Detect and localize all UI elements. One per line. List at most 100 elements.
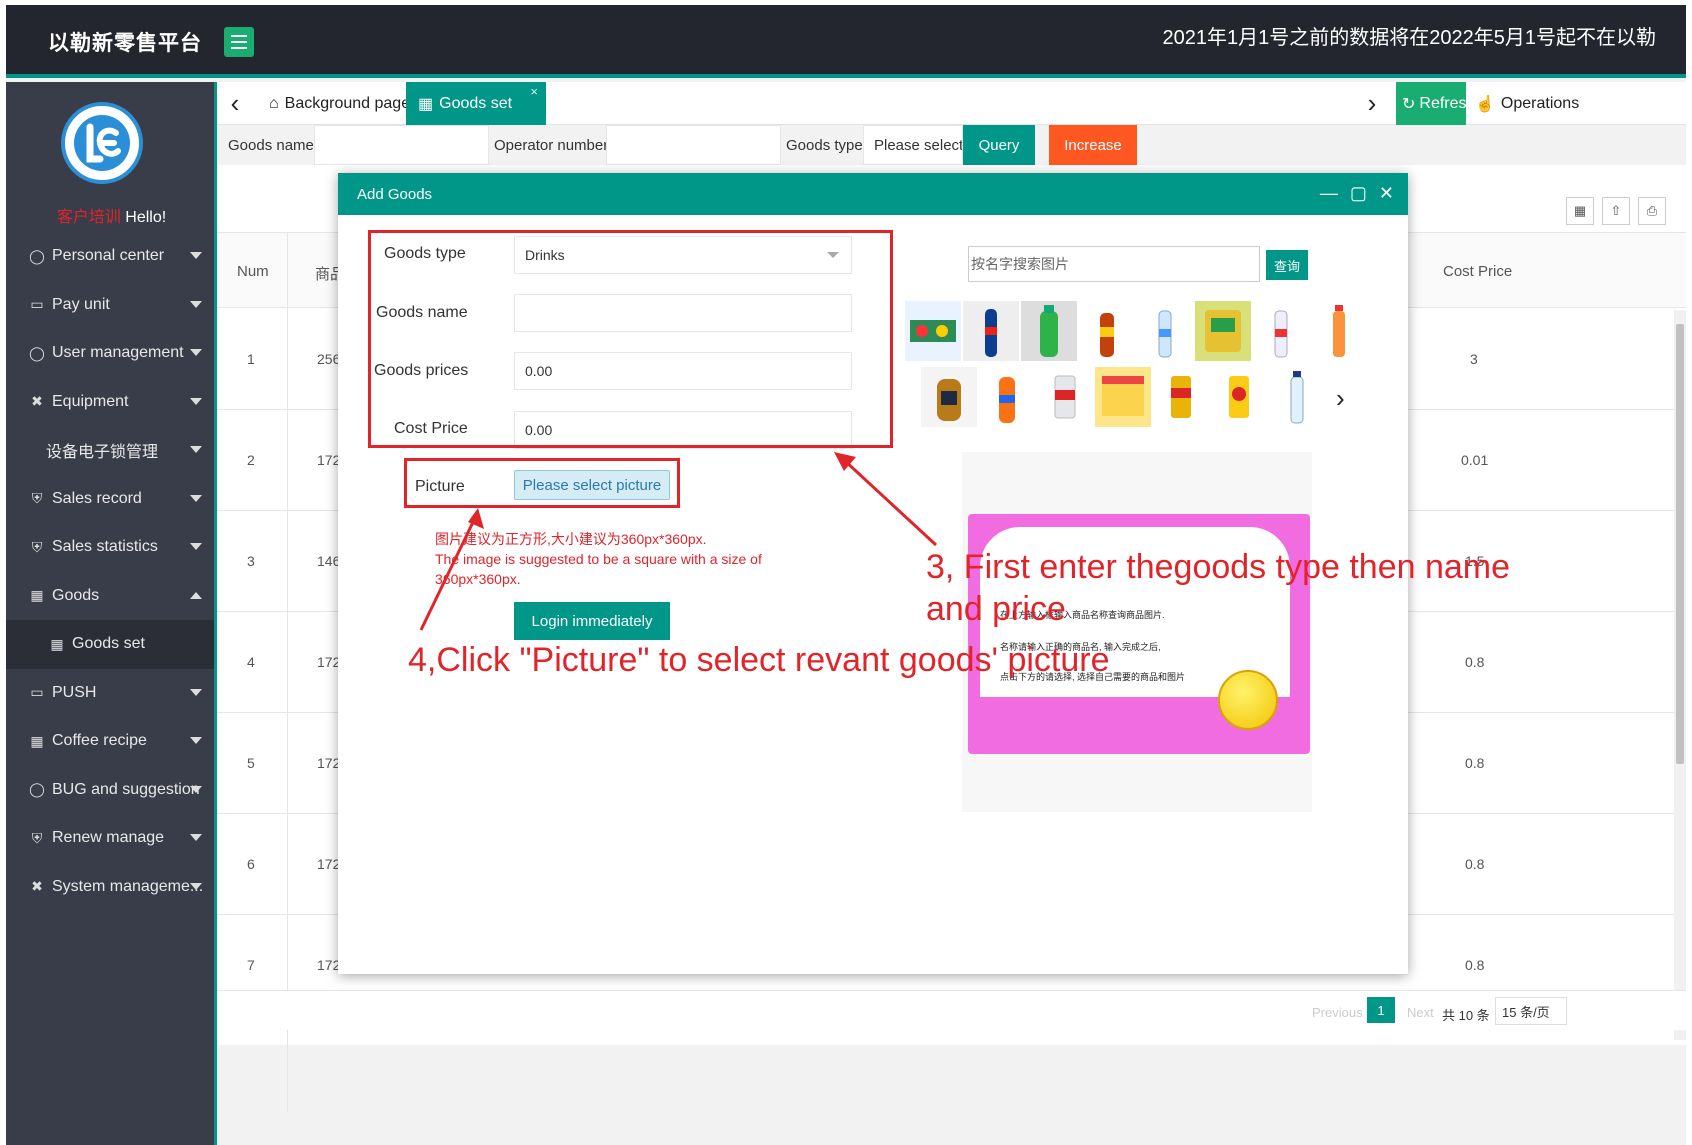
picture-thumb[interactable] — [1079, 301, 1135, 361]
home-icon: ⌂ — [269, 94, 279, 112]
export-icon[interactable]: ⇧ — [1602, 197, 1630, 225]
picture-search-button[interactable]: 查询 — [1266, 250, 1308, 280]
picture-thumb[interactable] — [963, 301, 1019, 361]
goods-name-input[interactable] — [314, 125, 489, 165]
sidebar-item-goods-set[interactable]: ▦ Goods set — [6, 620, 214, 669]
chevron-down-icon — [190, 834, 202, 841]
user-name: 客户培训 — [56, 209, 121, 226]
picture-thumb[interactable] — [1095, 367, 1151, 427]
chevron-down-icon — [190, 397, 202, 405]
sidebar-item-label: Goods set — [72, 635, 145, 653]
cell-num: 6 — [247, 856, 255, 872]
picture-thumb[interactable] — [1253, 301, 1309, 361]
sidebar-item-personal-center[interactable]: ◯ Personal center — [6, 232, 214, 281]
chevron-down-icon — [190, 300, 202, 308]
water-bottle-icon — [1290, 371, 1304, 424]
print-icon[interactable]: ⎙ — [1638, 197, 1666, 225]
shield-icon: ⛨ — [31, 490, 43, 507]
operator-number-input[interactable] — [606, 125, 781, 165]
sidebar-item-bug-suggestion[interactable]: ◯ BUG and suggestion — [6, 766, 214, 815]
chevron-down-icon — [190, 543, 202, 550]
query-button[interactable]: Query — [963, 125, 1035, 165]
noodle-box-icon — [1102, 376, 1144, 416]
tea-bottle-icon — [1100, 313, 1114, 357]
scrollbar-thumb[interactable] — [1676, 324, 1684, 764]
cell-num: 2 — [247, 452, 255, 468]
sidebar-nav: ◯ Personal center ▭ Pay unit ◯ User managem… — [6, 232, 214, 911]
picture-thumb[interactable] — [921, 367, 977, 427]
chevron-up-icon — [190, 591, 202, 599]
cell-cost: 0.01 — [1461, 452, 1489, 468]
tools-icon: ✖ — [31, 393, 43, 410]
pager-previous[interactable]: Previous — [1312, 1005, 1363, 1020]
sidebar-item-equipment[interactable]: ✖ Equipment — [6, 378, 214, 427]
sidebar-item-sales-record[interactable]: ⛨ Sales record — [6, 475, 214, 524]
top-header: 以勒新零售平台 2021年1月1号之前的数据将在2022年5月1号起不在以勒 — [6, 5, 1686, 78]
sidebar-item-system-management[interactable]: ✖ System manageme... — [6, 863, 214, 912]
pagination: Previous 1 Next 共 10 条 15 条/页 — [217, 990, 1686, 1030]
picture-search-input[interactable]: 按名字搜索图片 — [968, 246, 1260, 282]
picture-thumb[interactable] — [1037, 367, 1093, 427]
sidebar-item-push[interactable]: ▭ PUSH — [6, 669, 214, 718]
sidebar-item-lock-management[interactable]: 设备电子锁管理 — [6, 426, 214, 475]
tab-goods-set[interactable]: ▦ Goods set × — [406, 82, 546, 125]
tab-scroll-right-icon[interactable]: › — [1354, 82, 1390, 125]
pager-next[interactable]: Next — [1407, 1005, 1434, 1020]
cell-cost: 0.8 — [1465, 957, 1485, 973]
table-scrollbar[interactable] — [1674, 310, 1686, 1040]
picture-thumb[interactable] — [1311, 301, 1367, 361]
maximize-icon[interactable]: ▢ — [1350, 183, 1367, 204]
picture-thumb[interactable] — [1137, 301, 1193, 361]
operations-button[interactable]: ☝ Operations — [1475, 82, 1579, 125]
picture-hint-cn: 图片建议为正方形,大小建议为360px*360px. — [435, 531, 707, 547]
close-icon[interactable]: ✕ — [1379, 183, 1394, 204]
sidebar-item-coffee-recipe[interactable]: ▦ Coffee recipe — [6, 717, 214, 766]
sidebar-item-goods[interactable]: ▦ Goods — [6, 572, 214, 621]
sidebar-item-sales-statistics[interactable]: ⛨ Sales statistics — [6, 523, 214, 572]
tab-scroll-left-icon[interactable]: ‹ — [217, 82, 253, 125]
goods-icon: ▦ — [30, 587, 44, 604]
picture-thumb[interactable] — [979, 367, 1035, 427]
user-icon: ◯ — [29, 247, 45, 264]
menu-toggle-button[interactable] — [224, 27, 254, 57]
picture-thumb[interactable] — [1211, 367, 1267, 427]
tab-label: Goods set — [439, 94, 513, 112]
pager-current-page[interactable]: 1 — [1367, 997, 1395, 1023]
picture-thumb[interactable] — [1153, 367, 1209, 427]
shield-icon: ⛨ — [31, 829, 43, 846]
cell-num: 1 — [247, 351, 255, 367]
notice-marquee: 2021年1月1号之前的数据将在2022年5月1号起不在以勒 — [1162, 27, 1656, 49]
columns-icon[interactable]: ▦ — [1566, 197, 1594, 225]
login-immediately-button[interactable]: Login immediately — [514, 602, 670, 640]
increase-button[interactable]: Increase — [1049, 125, 1137, 165]
users-icon: ◯ — [29, 344, 45, 361]
operations-label: Operations — [1500, 94, 1580, 112]
picture-thumb[interactable] — [1021, 301, 1077, 361]
green-bottle-icon — [1040, 305, 1058, 357]
picture-next-icon[interactable]: › — [1336, 383, 1345, 414]
sidebar-item-renew-manage[interactable]: ⛨ Renew manage — [6, 814, 214, 863]
cola-bottle-icon — [985, 309, 997, 357]
picture-hint-en: The image is suggested to be a square wi… — [435, 551, 762, 587]
per-page-select[interactable]: 15 条/页 — [1495, 997, 1567, 1025]
brand-logo: 以勒新零售平台 — [48, 30, 202, 55]
goods-type-select[interactable]: Please select — [863, 125, 963, 165]
chevron-down-icon — [190, 688, 202, 696]
cell-num: 7 — [247, 957, 255, 973]
grid-icon: ▦ — [418, 95, 434, 113]
sidebar-item-pay-unit[interactable]: ▭ Pay unit — [6, 281, 214, 330]
picture-thumb[interactable] — [905, 301, 961, 361]
tab-background-page[interactable]: ⌂ Background page — [257, 82, 422, 125]
sidebar-item-label: Pay unit — [52, 295, 110, 313]
refresh-button[interactable]: ↻Refresh — [1396, 82, 1466, 125]
minimize-icon[interactable]: — — [1320, 183, 1338, 204]
picture-hint: 图片建议为正方形,大小建议为360px*360px. The image is s… — [435, 529, 795, 589]
column-cost-price: Cost Price — [1443, 263, 1513, 280]
avatar[interactable] — [61, 102, 143, 184]
picture-thumb[interactable] — [1195, 301, 1251, 361]
sidebar-item-label: System manageme... — [52, 877, 204, 895]
picture-thumb[interactable] — [1269, 367, 1325, 427]
sidebar-item-user-management[interactable]: ◯ User management — [6, 329, 214, 378]
tab-close-icon[interactable]: × — [530, 84, 538, 99]
refresh-icon: ↻ — [1402, 95, 1416, 113]
